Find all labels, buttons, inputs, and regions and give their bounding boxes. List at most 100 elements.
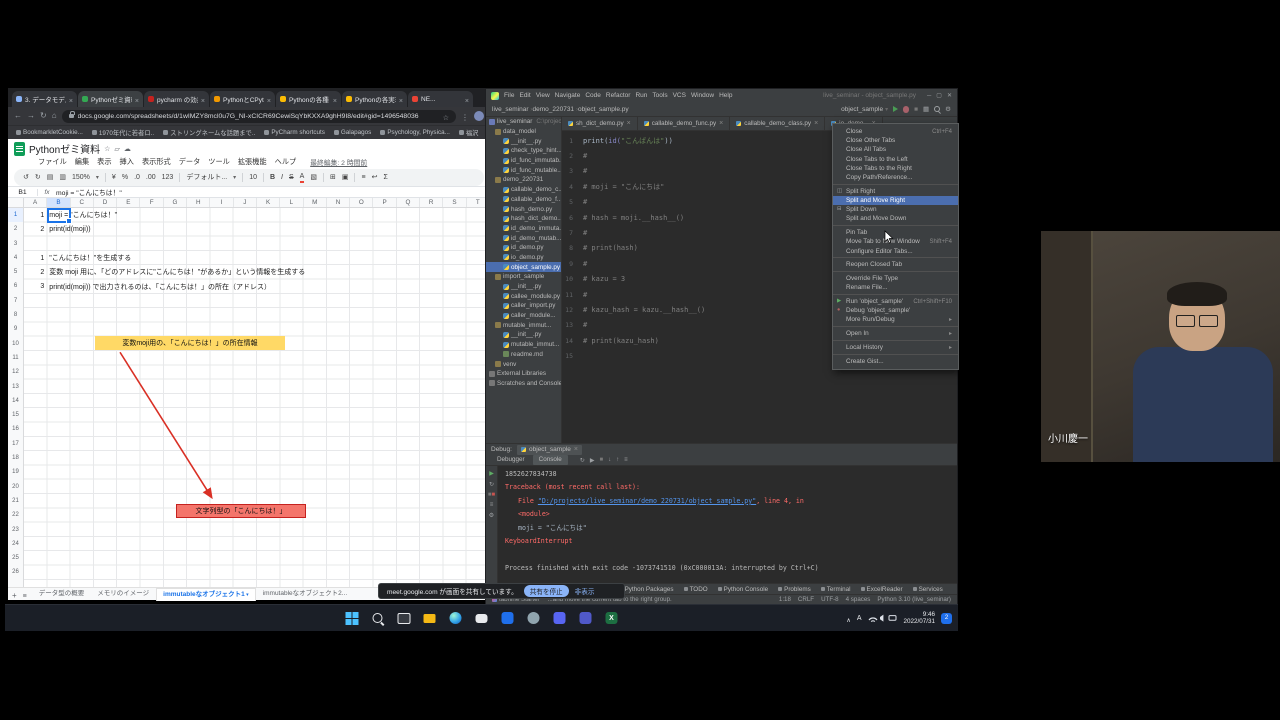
cell-col-a[interactable]: 1 (24, 255, 47, 262)
context-menu-item[interactable]: Run 'object_sample' Ctrl+Shift+F10 (833, 297, 958, 306)
project-tree-item[interactable]: id_demo.py (486, 243, 561, 253)
menu-kebab-icon[interactable] (461, 107, 469, 125)
stop-icon[interactable] (914, 106, 918, 113)
project-tree-item[interactable]: check_type_hint... (486, 146, 561, 156)
run-icon[interactable] (893, 106, 898, 112)
tool-window-button[interactable]: TODO (684, 586, 708, 593)
debug-console[interactable]: 1852627834738 Traceback (most recent cal… (498, 466, 957, 583)
notification-badge[interactable]: 2 (941, 613, 952, 624)
cell-col-b[interactable]: print(id(moji)) で出力されるのは、「こんにちは！」の所在（アドレ… (47, 282, 271, 292)
column-header[interactable]: N (327, 198, 350, 207)
menu-item[interactable]: Refactor (606, 92, 631, 99)
project-tree-item[interactable]: Scratches and Consoles (486, 379, 561, 389)
menu-item[interactable]: ファイル (38, 157, 67, 167)
project-tree-item[interactable]: id_demo_immuta... (486, 224, 561, 234)
bookmark-item[interactable]: Psychology, Physica... (380, 129, 450, 136)
column-header[interactable]: H (187, 198, 210, 207)
project-tree-item[interactable]: External Libraries (486, 369, 561, 379)
project-tree-item[interactable]: venv (486, 359, 561, 369)
taskbar-app-icon[interactable] (550, 609, 569, 628)
menu-item[interactable]: File (504, 92, 514, 99)
taskbar-app-icon[interactable] (472, 609, 491, 628)
taskbar-app-icon[interactable] (498, 609, 517, 628)
bookmark-item[interactable]: BookmarkletCookie... (16, 129, 83, 136)
project-tree-item[interactable]: readme.md (486, 350, 561, 360)
column-header[interactable]: A (24, 198, 47, 207)
status-widget[interactable]: 1:18 (779, 596, 791, 603)
menu-item[interactable]: Help (719, 92, 732, 99)
browser-tab[interactable]: NE... (408, 91, 473, 107)
menu-item[interactable]: View (536, 92, 550, 99)
tool-window-button[interactable]: Python Console (718, 586, 768, 593)
project-tree-item[interactable]: id_func_immutab... (486, 156, 561, 166)
debug-tab[interactable]: Console (533, 455, 568, 465)
sheet-tab[interactable]: データ型の概要 (33, 588, 91, 601)
view-options-icon[interactable]: ≡ (624, 457, 628, 464)
context-menu-item[interactable] (833, 271, 958, 272)
tab-close-icon[interactable] (201, 91, 205, 107)
soft-wrap-icon[interactable]: ≡ (490, 502, 494, 508)
column-header[interactable]: C (71, 198, 94, 207)
resume-icon[interactable]: ▶ (590, 457, 595, 464)
menu-item[interactable]: Tools (652, 92, 667, 99)
bold-button[interactable]: B (270, 174, 275, 181)
settings-gear-icon[interactable] (489, 512, 494, 519)
context-menu-item[interactable]: Configure Editor Tabs... (833, 246, 958, 255)
tab-close-icon[interactable] (69, 91, 73, 107)
context-menu-item[interactable]: Close All Tabs (833, 145, 958, 154)
wrap-icon[interactable] (372, 174, 378, 181)
cell-col-a[interactable]: 3 (24, 283, 47, 290)
decrease-decimal-button[interactable]: .0 (134, 174, 140, 181)
stop-icon[interactable]: ■ (488, 492, 495, 498)
tab-x-icon[interactable] (574, 446, 578, 453)
bookmark-item[interactable]: PyCharm shortcuts (264, 129, 325, 136)
taskbar-app-icon[interactable] (602, 609, 621, 628)
document-title[interactable]: Pythonゼミ資料 (29, 141, 100, 156)
participant-video-tile[interactable]: 小川慶一 (1041, 231, 1280, 462)
column-header[interactable]: L (280, 198, 303, 207)
project-tree-item[interactable]: hash_demo.py (486, 204, 561, 214)
menu-item[interactable]: VCS (673, 92, 686, 99)
project-tree-item[interactable]: object_sample.py (486, 262, 561, 272)
sheet-tab[interactable]: メモリのイメージ (91, 588, 155, 601)
tool-window-button[interactable]: Python Packages (619, 586, 674, 593)
hide-banner-button[interactable]: 非表示 (575, 586, 595, 596)
step-over-icon[interactable]: ↓ (608, 457, 611, 464)
tool-window-button[interactable]: Problems (778, 586, 811, 593)
doc-star-icon[interactable] (104, 145, 110, 153)
column-header[interactable]: P (373, 198, 396, 207)
increase-decimal-button[interactable]: .00 (146, 174, 156, 181)
taskbar-app-icon[interactable] (394, 609, 413, 628)
grid-icon[interactable] (923, 105, 929, 113)
status-widget[interactable]: UTF-8 (821, 596, 839, 603)
column-header[interactable]: F (140, 198, 163, 207)
editor-tab[interactable]: callable_demo_func.py (638, 117, 731, 130)
context-menu-item[interactable]: Override File Type (833, 274, 958, 283)
spreadsheet-row[interactable]: 2 変数 moji 用に、「どのアドレスに"こんにちは！"があるか」という情報を… (24, 265, 305, 279)
name-box[interactable]: B1 (8, 189, 38, 196)
project-tree-item[interactable]: id_demo_mutab... (486, 233, 561, 243)
context-menu-item[interactable]: Local History (833, 343, 958, 352)
zoom-select[interactable]: 150% (72, 174, 90, 181)
menu-item[interactable]: データ (179, 157, 201, 167)
tab-close-icon[interactable] (465, 91, 469, 107)
add-sheet-icon[interactable] (12, 585, 17, 603)
menu-item[interactable]: ツール (208, 157, 230, 167)
menu-item[interactable]: 表示形式 (142, 157, 171, 167)
back-icon[interactable] (14, 112, 22, 120)
select-all-corner[interactable] (8, 198, 24, 207)
tab-x-icon[interactable] (719, 120, 723, 127)
taskbar-clock[interactable]: 9:46 2022/07/31 (903, 611, 935, 625)
column-header[interactable]: S (443, 198, 466, 207)
context-menu-item[interactable]: Close Tabs to the Left (833, 155, 958, 164)
tab-close-icon[interactable] (267, 91, 271, 107)
project-tree-item[interactable]: mutable_immut... (486, 320, 561, 330)
bookmark-star-icon[interactable] (443, 110, 449, 123)
project-tree-item[interactable]: caller_module... (486, 311, 561, 321)
undo-icon[interactable] (23, 174, 29, 181)
maximize-icon[interactable] (936, 92, 942, 99)
font-size-select[interactable]: 10 (249, 174, 257, 181)
context-menu-item[interactable]: Reopen Closed Tab (833, 260, 958, 269)
close-window-icon[interactable] (947, 92, 952, 99)
menu-item[interactable]: 拡張機能 (238, 157, 267, 167)
